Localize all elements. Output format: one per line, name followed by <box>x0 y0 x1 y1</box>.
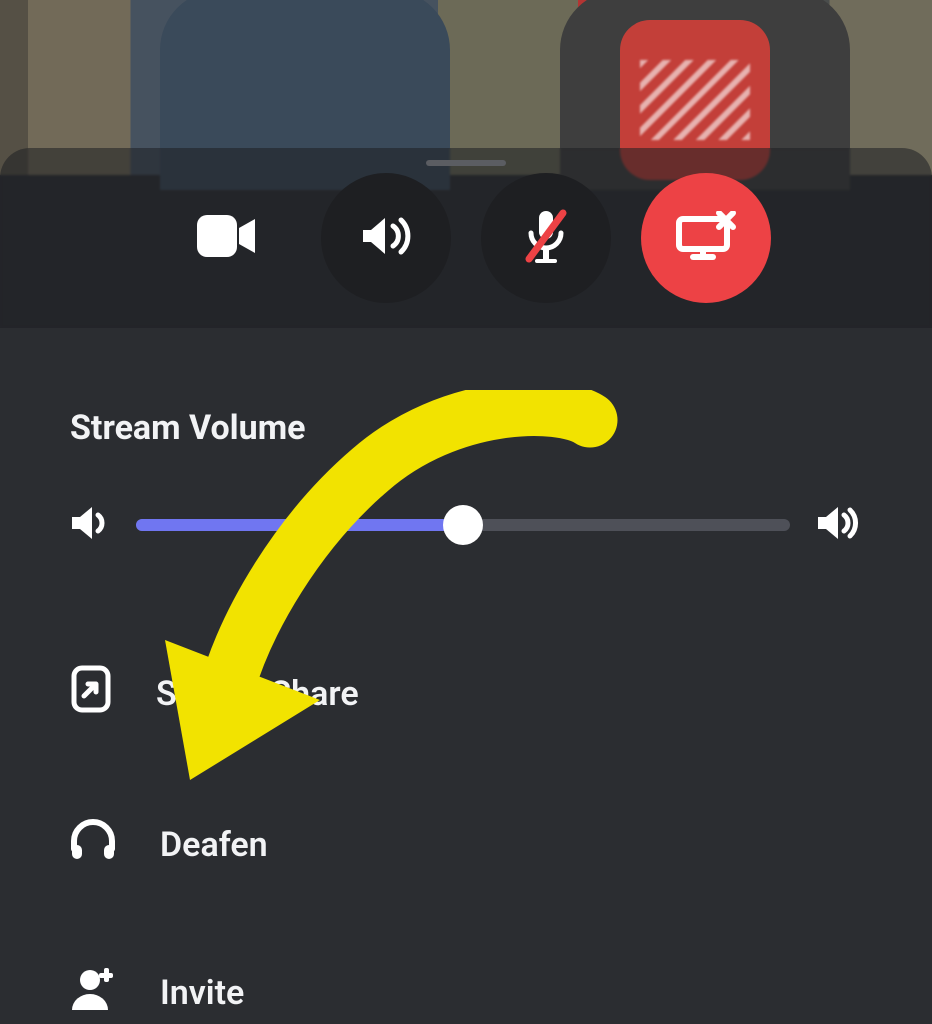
volume-low-icon <box>70 504 110 546</box>
speaker-icon <box>359 212 413 264</box>
voice-settings-panel: Stream Volume Screen Share <box>0 328 932 1024</box>
slider-thumb[interactable] <box>443 505 483 545</box>
stream-volume-slider[interactable] <box>136 519 790 531</box>
invite-item[interactable]: Invite <box>70 938 862 1024</box>
mute-mic-button[interactable] <box>481 173 611 303</box>
deafen-item[interactable]: Deafen <box>70 791 862 898</box>
mic-muted-icon <box>523 209 569 267</box>
invite-icon <box>70 966 116 1019</box>
screen-share-item[interactable]: Screen Share <box>70 636 862 751</box>
camera-icon <box>197 215 255 261</box>
menu-item-label: Invite <box>160 973 244 1013</box>
voice-control-bar <box>0 148 932 328</box>
slider-fill <box>136 519 463 531</box>
menu-item-label: Screen Share <box>156 674 359 714</box>
stream-volume-row <box>70 504 862 546</box>
screen-share-icon <box>70 664 112 723</box>
screen-stop-icon <box>675 211 737 265</box>
sheet-drag-handle[interactable] <box>426 160 506 166</box>
headphones-icon <box>70 819 116 870</box>
stop-screen-share-button[interactable] <box>641 173 771 303</box>
audio-output-button[interactable] <box>321 173 451 303</box>
menu-item-label: Deafen <box>160 825 268 865</box>
camera-button[interactable] <box>161 173 291 303</box>
stream-volume-label: Stream Volume <box>70 408 862 448</box>
volume-high-icon <box>816 504 862 546</box>
